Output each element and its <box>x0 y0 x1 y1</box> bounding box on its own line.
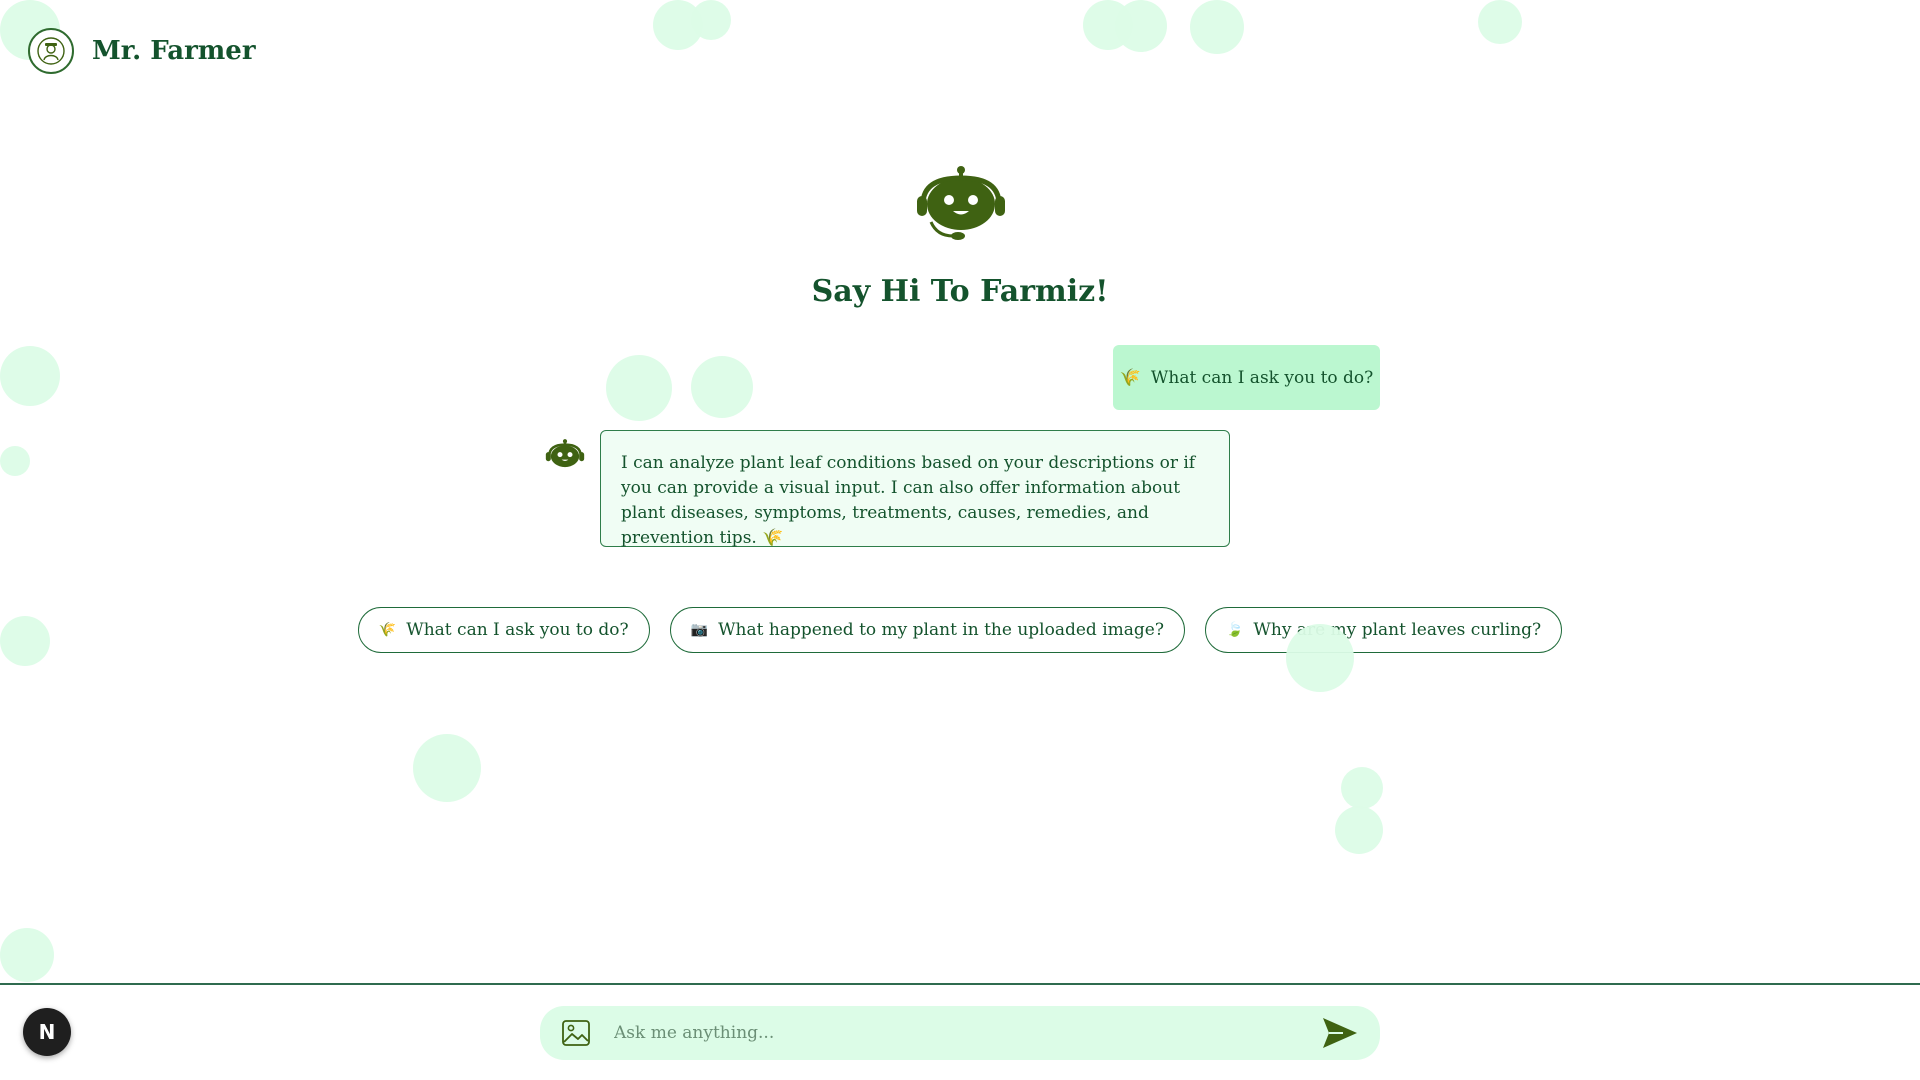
hero-title: Say Hi To Farmiz! <box>811 274 1109 309</box>
send-icon <box>1323 1018 1357 1048</box>
bot-message: I can analyze plant leaf conditions base… <box>600 430 1230 548</box>
dev-badge-label: N <box>38 1020 56 1044</box>
suggestion-chip[interactable]: 🍃 Why are my plant leaves curling? <box>1204 607 1563 653</box>
dev-badge-button[interactable]: N <box>23 1008 71 1056</box>
decor-bubble <box>0 446 30 476</box>
decor-bubble <box>0 346 60 406</box>
decor-bubble <box>1341 767 1383 809</box>
decor-bubble <box>606 355 672 421</box>
suggestion-chip[interactable]: 🌾 What can I ask you to do? <box>357 607 650 653</box>
suggestion-chip-text: What can I ask you to do? <box>406 620 629 640</box>
chat-page: Mr. Farmer Say Hi To Farmiz! 🌾 What can … <box>0 0 1920 1080</box>
decor-bubble <box>1478 0 1522 44</box>
image-icon <box>562 1020 590 1046</box>
leaf-icon: 🍃 <box>1225 622 1244 638</box>
decor-bubble <box>413 734 481 802</box>
farmer-avatar-icon[interactable] <box>28 28 74 74</box>
camera-icon: 📷 <box>690 622 709 638</box>
user-message: 🌾 What can I ask you to do? <box>1113 345 1380 410</box>
robot-headset-icon <box>913 164 1009 242</box>
suggestion-chips: 🌾 What can I ask you to do? 📷 What happe… <box>0 607 1920 653</box>
chat-input[interactable] <box>612 1022 1320 1044</box>
app-header: Mr. Farmer <box>28 28 256 74</box>
decor-bubble <box>1190 0 1244 54</box>
image-upload-button[interactable] <box>560 1017 592 1049</box>
decor-bubble <box>1115 0 1167 52</box>
bot-message-text: I can analyze plant leaf conditions base… <box>621 453 1196 548</box>
decor-bubble <box>691 0 731 40</box>
bot-avatar-icon <box>545 438 585 472</box>
decor-bubble <box>691 356 753 418</box>
user-message-text: What can I ask you to do? <box>1150 367 1374 388</box>
wheat-icon: 🌾 <box>378 622 397 638</box>
footer-divider <box>0 983 1920 985</box>
suggestion-chip-text: What happened to my plant in the uploade… <box>718 620 1164 640</box>
decor-bubble <box>1286 624 1354 692</box>
wheat-icon: 🌾 <box>1119 367 1141 388</box>
chat-input-bar <box>540 1006 1380 1060</box>
brand-name[interactable]: Mr. Farmer <box>92 36 256 66</box>
decor-bubble <box>0 928 54 982</box>
suggestion-chip[interactable]: 📷 What happened to my plant in the uploa… <box>669 607 1185 653</box>
send-button[interactable] <box>1320 1013 1360 1053</box>
decor-bubble <box>1335 806 1383 854</box>
